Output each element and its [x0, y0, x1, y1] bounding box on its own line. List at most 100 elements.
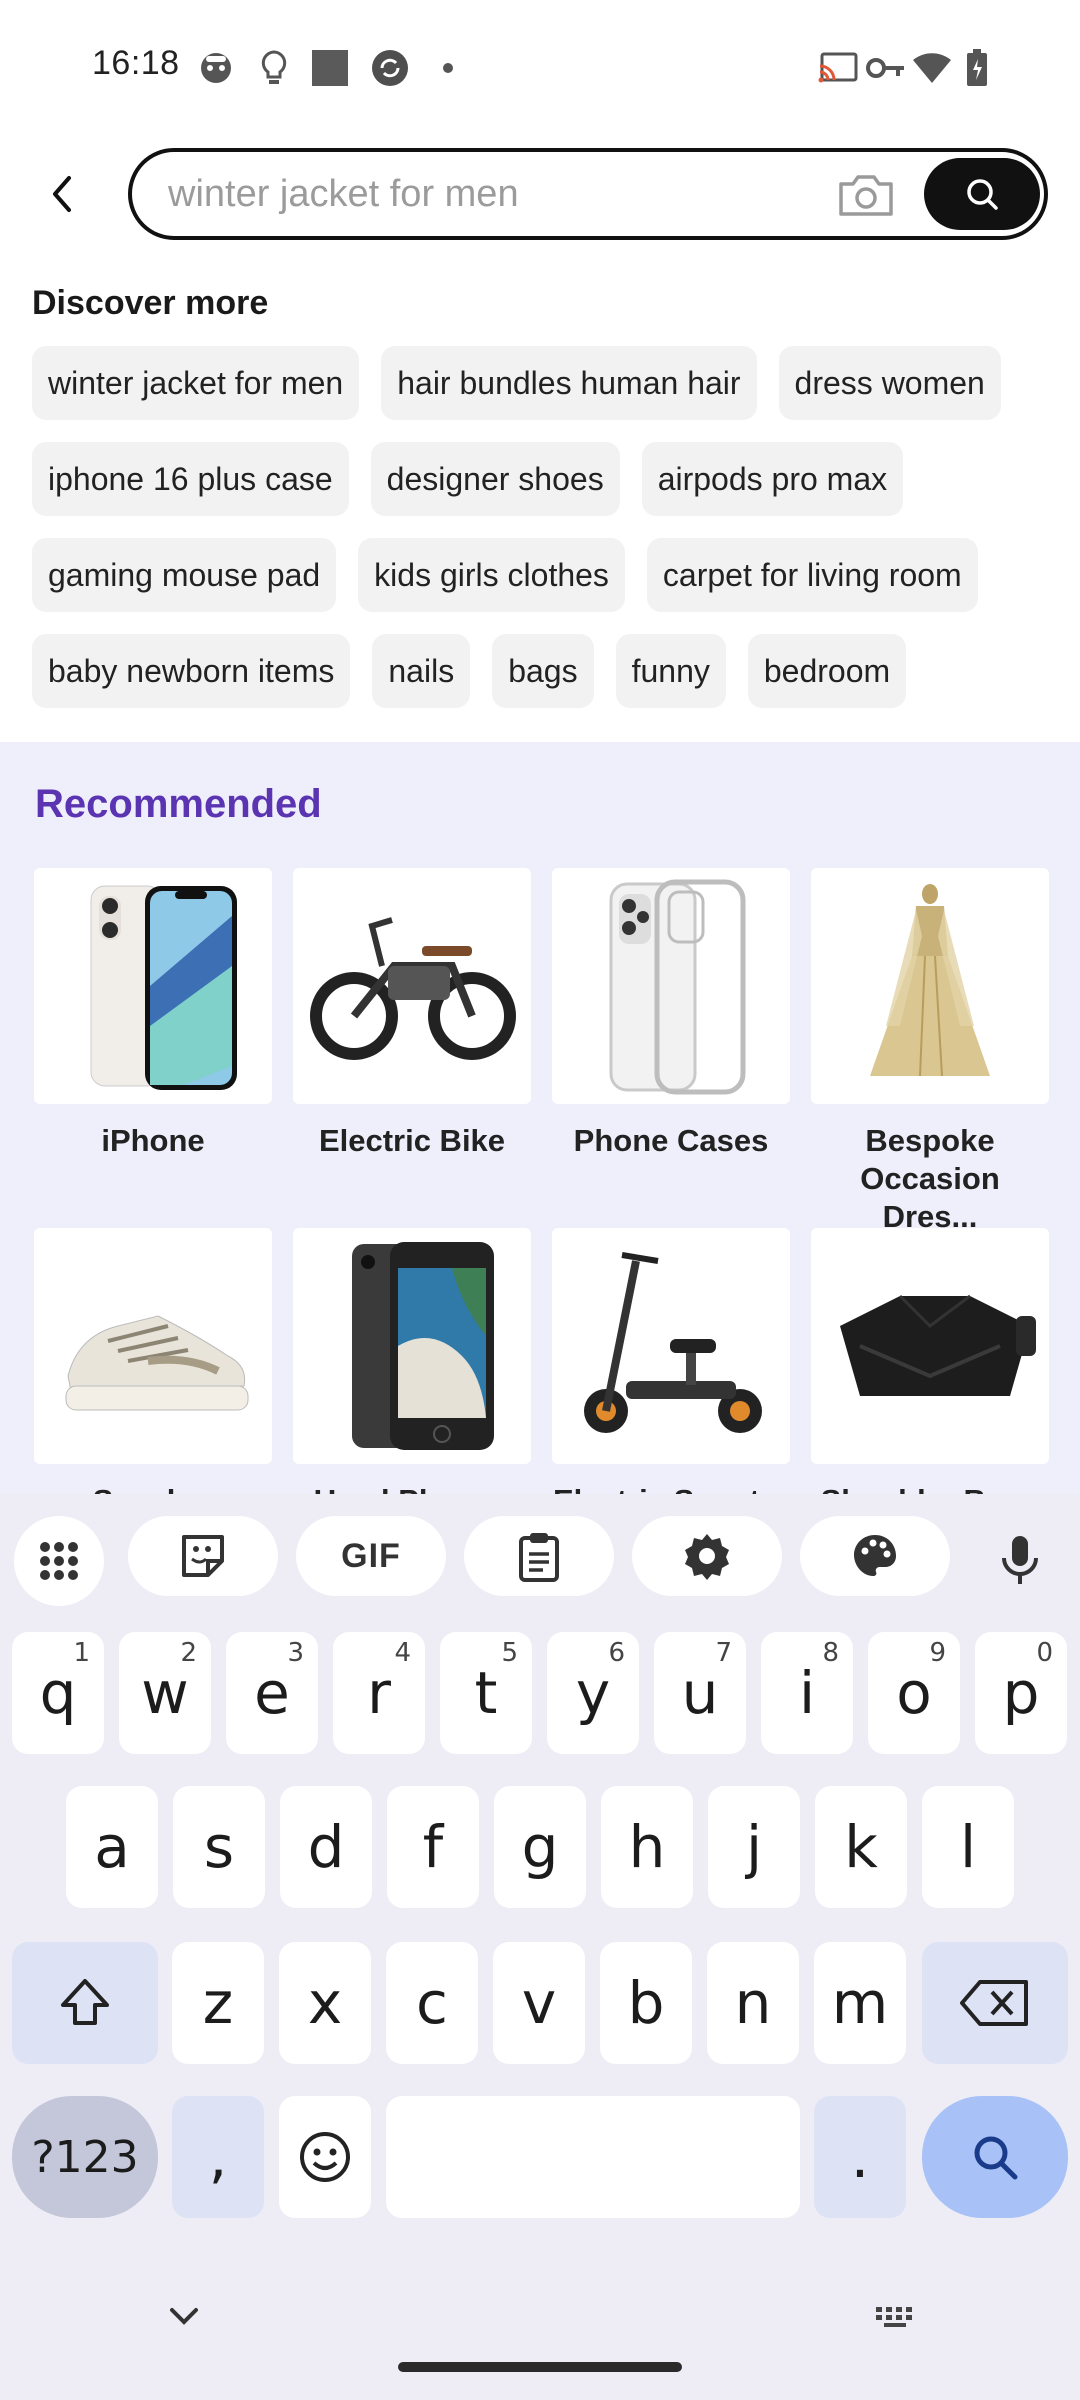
- status-bar: 16:18: [0, 0, 1080, 132]
- key-m[interactable]: m: [814, 1942, 906, 2064]
- search-input[interactable]: [168, 166, 808, 222]
- comma-key[interactable]: ,: [172, 2096, 264, 2218]
- discover-chip[interactable]: bedroom: [747, 634, 907, 708]
- key-t[interactable]: t5: [440, 1632, 532, 1754]
- key-label: y: [575, 1659, 611, 1727]
- phone-case-image: [552, 868, 790, 1104]
- key-label: z: [202, 1969, 234, 2037]
- key-u[interactable]: u7: [654, 1632, 746, 1754]
- key-label: s: [203, 1813, 235, 1881]
- hide-keyboard-button[interactable]: [160, 2296, 208, 2336]
- keyboard-switch-button[interactable]: [872, 2300, 920, 2334]
- key-l[interactable]: l: [922, 1786, 1014, 1908]
- key-label: i: [798, 1659, 816, 1727]
- recommended-item[interactable]: Phone Cases: [552, 868, 790, 1160]
- key-hint: 6: [608, 1638, 625, 1668]
- key-r[interactable]: r4: [333, 1632, 425, 1754]
- recommended-item[interactable]: iPhone: [34, 868, 272, 1160]
- key-hint: 7: [715, 1638, 732, 1668]
- keyboard: GIF q1w2e3r4t5y6u7i8o9p0asdfghjklzxcvbnm…: [0, 1494, 1080, 2400]
- key-h[interactable]: h: [601, 1786, 693, 1908]
- key-x[interactable]: x: [279, 1942, 371, 2064]
- key-hint: 2: [180, 1638, 197, 1668]
- gear-icon: [685, 1534, 729, 1580]
- key-e[interactable]: e3: [226, 1632, 318, 1754]
- discover-chip[interactable]: designer shoes: [370, 442, 620, 516]
- apps-grid-icon: [40, 1542, 78, 1580]
- discover-chip[interactable]: baby newborn items: [32, 634, 351, 708]
- settings-button[interactable]: [632, 1516, 782, 1596]
- sticker-button[interactable]: [128, 1516, 278, 1596]
- key-k[interactable]: k: [815, 1786, 907, 1908]
- shift-key[interactable]: [12, 1942, 158, 2064]
- face-icon: [196, 48, 236, 88]
- discover-chip[interactable]: nails: [372, 634, 471, 708]
- shift-icon: [61, 1979, 109, 2025]
- discover-chip[interactable]: funny: [615, 634, 726, 708]
- camera-search-button[interactable]: [836, 170, 896, 220]
- key-z[interactable]: z: [172, 1942, 264, 2064]
- emoji-key[interactable]: [279, 2096, 371, 2218]
- key-label: b: [627, 1969, 665, 2037]
- period-key[interactable]: .: [814, 2096, 906, 2218]
- dot-icon: [428, 48, 468, 88]
- key-label: p: [1002, 1659, 1040, 1727]
- recommended-item[interactable]: Electric Bike: [293, 868, 531, 1160]
- sneaker-image: [34, 1228, 272, 1464]
- recommended-item[interactable]: Sneaker: [34, 1228, 272, 1494]
- mic-icon: [1002, 1536, 1038, 1584]
- key-s[interactable]: s: [173, 1786, 265, 1908]
- recommended-item-label: Electric Bike: [318, 1123, 506, 1158]
- key-label: u: [681, 1659, 719, 1727]
- key-o[interactable]: o9: [868, 1632, 960, 1754]
- used-phone-image: [293, 1228, 531, 1464]
- key-label: r: [367, 1659, 391, 1727]
- key-b[interactable]: b: [600, 1942, 692, 2064]
- key-f[interactable]: f: [387, 1786, 479, 1908]
- discover-chip[interactable]: kids girls clothes: [358, 538, 625, 612]
- discover-chip[interactable]: dress women: [778, 346, 1001, 420]
- key-y[interactable]: y6: [547, 1632, 639, 1754]
- key-d[interactable]: d: [280, 1786, 372, 1908]
- key-label: c: [416, 1969, 448, 2037]
- clipboard-button[interactable]: [464, 1516, 614, 1596]
- recommended-item[interactable]: Shoulder Bags: [811, 1228, 1049, 1494]
- recommended-item[interactable]: Bespoke Occasion Dres...: [811, 868, 1049, 1236]
- discover-chip[interactable]: carpet for living room: [646, 538, 978, 612]
- key-c[interactable]: c: [386, 1942, 478, 2064]
- key-w[interactable]: w2: [119, 1632, 211, 1754]
- mic-button[interactable]: [980, 1520, 1060, 1600]
- keyboard-search-key[interactable]: [922, 2096, 1068, 2218]
- key-q[interactable]: q1: [12, 1632, 104, 1754]
- discover-chip[interactable]: airpods pro max: [641, 442, 904, 516]
- search-bar: [128, 148, 1048, 240]
- space-key[interactable]: [386, 2096, 800, 2218]
- sticker-icon: [182, 1535, 224, 1577]
- discover-chip[interactable]: winter jacket for men: [32, 346, 360, 420]
- back-button[interactable]: [36, 164, 88, 224]
- discover-chip[interactable]: iphone 16 plus case: [32, 442, 349, 516]
- search-button[interactable]: [924, 158, 1040, 230]
- symbols-key[interactable]: ?123: [12, 2096, 158, 2218]
- battery-icon: [966, 48, 988, 88]
- key-n[interactable]: n: [707, 1942, 799, 2064]
- key-a[interactable]: a: [66, 1786, 158, 1908]
- key-v[interactable]: v: [493, 1942, 585, 2064]
- key-i[interactable]: i8: [761, 1632, 853, 1754]
- backspace-key[interactable]: [922, 1942, 1068, 2064]
- key-j[interactable]: j: [708, 1786, 800, 1908]
- key-hint: 0: [1036, 1638, 1053, 1668]
- apps-button[interactable]: [14, 1516, 104, 1606]
- discover-chip[interactable]: bags: [492, 634, 594, 708]
- theme-button[interactable]: [800, 1516, 950, 1596]
- key-g[interactable]: g: [494, 1786, 586, 1908]
- discover-chip[interactable]: gaming mouse pad: [32, 538, 337, 612]
- key-label: g: [521, 1813, 559, 1881]
- discover-chip[interactable]: hair bundles human hair: [381, 346, 757, 420]
- recommended-item[interactable]: Used Phones: [293, 1228, 531, 1494]
- home-indicator[interactable]: [398, 2362, 682, 2372]
- gif-button[interactable]: GIF: [296, 1516, 446, 1596]
- key-p[interactable]: p0: [975, 1632, 1067, 1754]
- recommended-item[interactable]: Electric Scooter: [552, 1228, 790, 1494]
- recommended-item-label: Shoulder Bags: [811, 1482, 1049, 1494]
